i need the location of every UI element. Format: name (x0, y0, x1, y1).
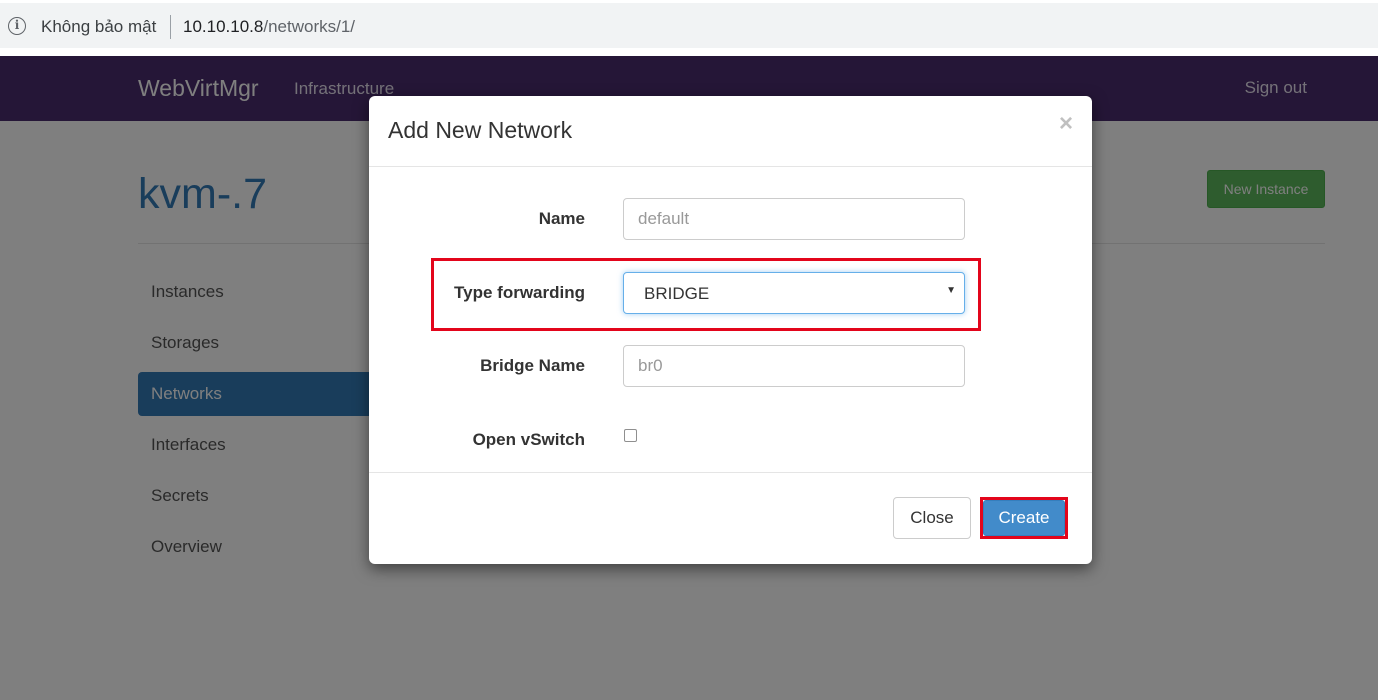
modal-title: Add New Network (388, 117, 573, 143)
url-text[interactable]: 10.10.10.8/networks/1/ (183, 17, 355, 37)
bridge-name-label: Bridge Name (480, 356, 585, 375)
modal-header: Add New Network × (369, 96, 1092, 167)
address-divider (170, 15, 171, 39)
type-forwarding-select[interactable]: BRIDGE ▼ (623, 272, 965, 314)
type-forwarding-label: Type forwarding (454, 283, 585, 302)
url-path: /networks/1/ (263, 17, 356, 36)
close-button[interactable]: Close (893, 497, 971, 539)
close-icon[interactable]: × (1059, 110, 1073, 138)
address-field[interactable]: i Không bảo mật 10.10.10.8/networks/1/ (0, 3, 1378, 48)
caret-down-icon: ▼ (946, 285, 956, 296)
open-vswitch-checkbox[interactable] (624, 429, 637, 442)
type-forwarding-value: BRIDGE (644, 284, 710, 303)
name-label: Name (538, 209, 585, 228)
browser-address-bar: i Không bảo mật 10.10.10.8/networks/1/ (0, 0, 1378, 56)
bridge-name-input[interactable] (623, 345, 965, 387)
info-icon[interactable]: i (8, 17, 26, 35)
open-vswitch-label: Open vSwitch (472, 430, 585, 449)
security-label[interactable]: Không bảo mật (41, 17, 156, 37)
add-network-modal: Add New Network × Name Type forwarding B… (369, 96, 1092, 564)
create-button[interactable]: Create (983, 500, 1065, 536)
url-host: 10.10.10.8 (183, 17, 264, 36)
name-input[interactable] (623, 198, 965, 240)
